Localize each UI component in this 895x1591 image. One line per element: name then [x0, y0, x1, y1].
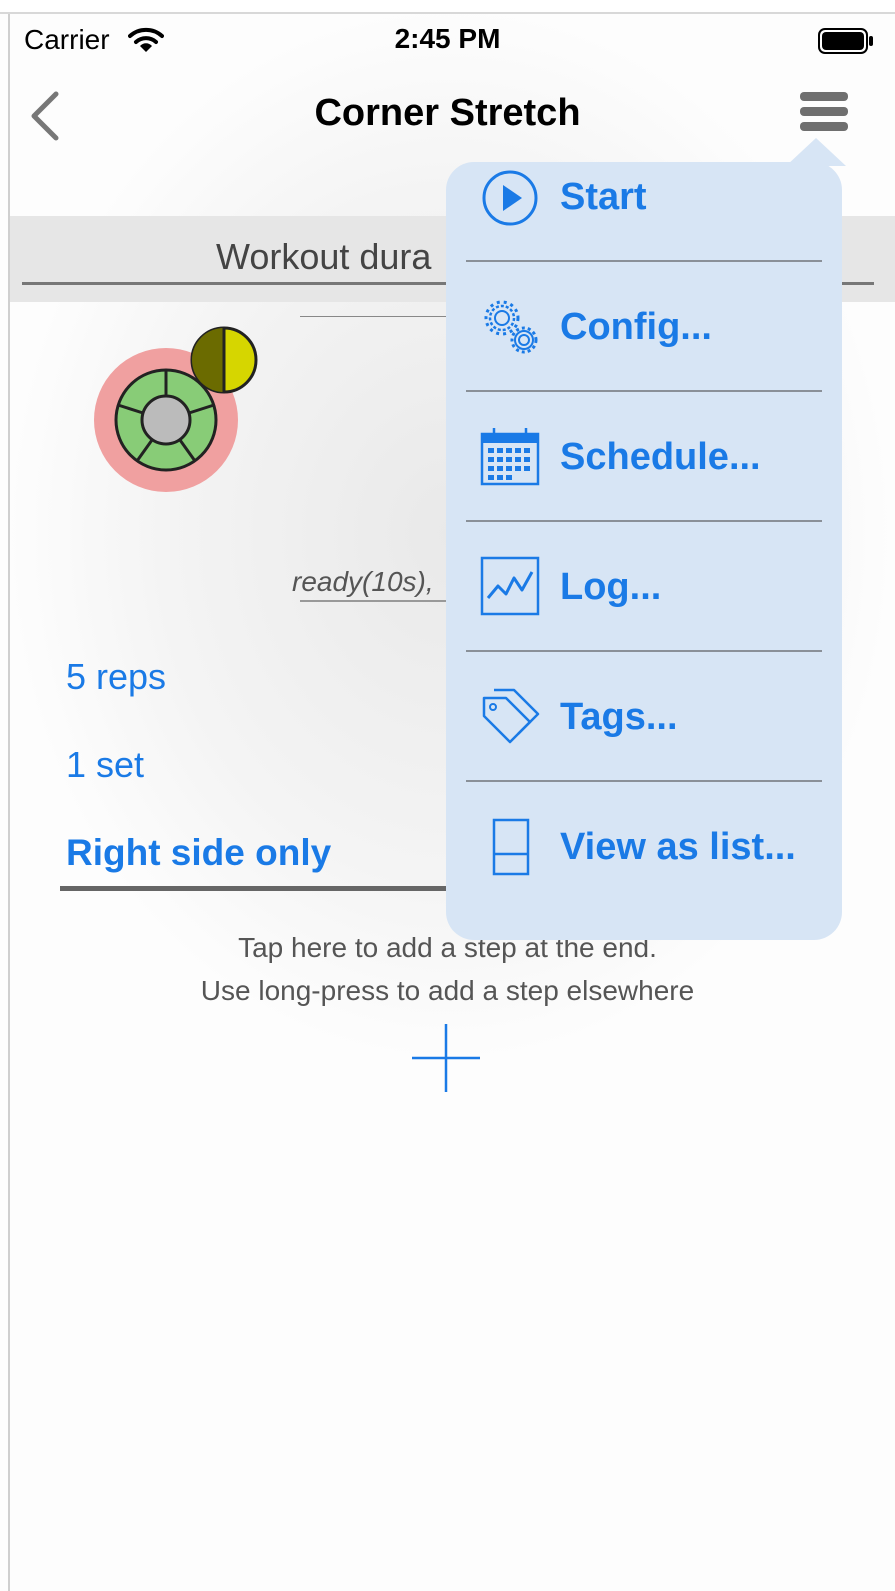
- workout-duration-label: Workout dura: [216, 236, 432, 277]
- hamburger-icon[interactable]: [800, 92, 848, 137]
- status-time: 2:45 PM: [394, 23, 501, 54]
- menu-item-label: View as list...: [560, 826, 796, 868]
- exercise-wheel-icon[interactable]: [94, 320, 264, 505]
- app-screen: Carrier 2:45 PM Corner Stretch Workout d…: [10, 14, 895, 1591]
- menu-item-label: Log...: [560, 566, 662, 608]
- chart-log-icon: [480, 556, 540, 621]
- sets-link[interactable]: 1 set: [66, 744, 144, 786]
- menu-item-label: Start: [560, 176, 647, 218]
- menu-item-config[interactable]: Config...: [446, 262, 842, 392]
- menu-item-log[interactable]: Log...: [446, 522, 842, 652]
- menu-item-label: Tags...: [560, 696, 678, 738]
- menu-item-label: Schedule...: [560, 436, 761, 478]
- calendar-icon: [480, 426, 540, 491]
- ready-summary: ready(10s),: [292, 566, 434, 597]
- divider: [300, 316, 470, 317]
- popover-menu: Start Config... Schedule... Log... Tags.…: [446, 162, 842, 940]
- window-top-edge: [0, 0, 895, 14]
- divider: [300, 600, 470, 602]
- menu-item-start[interactable]: Start: [446, 162, 842, 262]
- side-link[interactable]: Right side only: [66, 832, 331, 874]
- plus-icon[interactable]: [410, 1022, 482, 1099]
- reps-link[interactable]: 5 reps: [66, 656, 166, 698]
- page-title: Corner Stretch: [314, 92, 581, 134]
- add-step-hint-line2: Use long-press to add a step elsewhere: [200, 975, 695, 1006]
- status-bar: Carrier 2:45 PM: [10, 14, 895, 68]
- list-view-icon: [480, 818, 540, 883]
- menu-item-label: Config...: [560, 306, 712, 348]
- play-icon: [480, 168, 540, 233]
- battery-icon: [818, 28, 874, 59]
- menu-item-view-as-list[interactable]: View as list...: [446, 782, 842, 912]
- gears-icon: [480, 296, 544, 365]
- menu-item-schedule[interactable]: Schedule...: [446, 392, 842, 522]
- tags-icon: [480, 686, 542, 753]
- divider: [60, 886, 460, 891]
- navigation-bar: Corner Stretch: [10, 68, 895, 168]
- menu-item-tags[interactable]: Tags...: [446, 652, 842, 782]
